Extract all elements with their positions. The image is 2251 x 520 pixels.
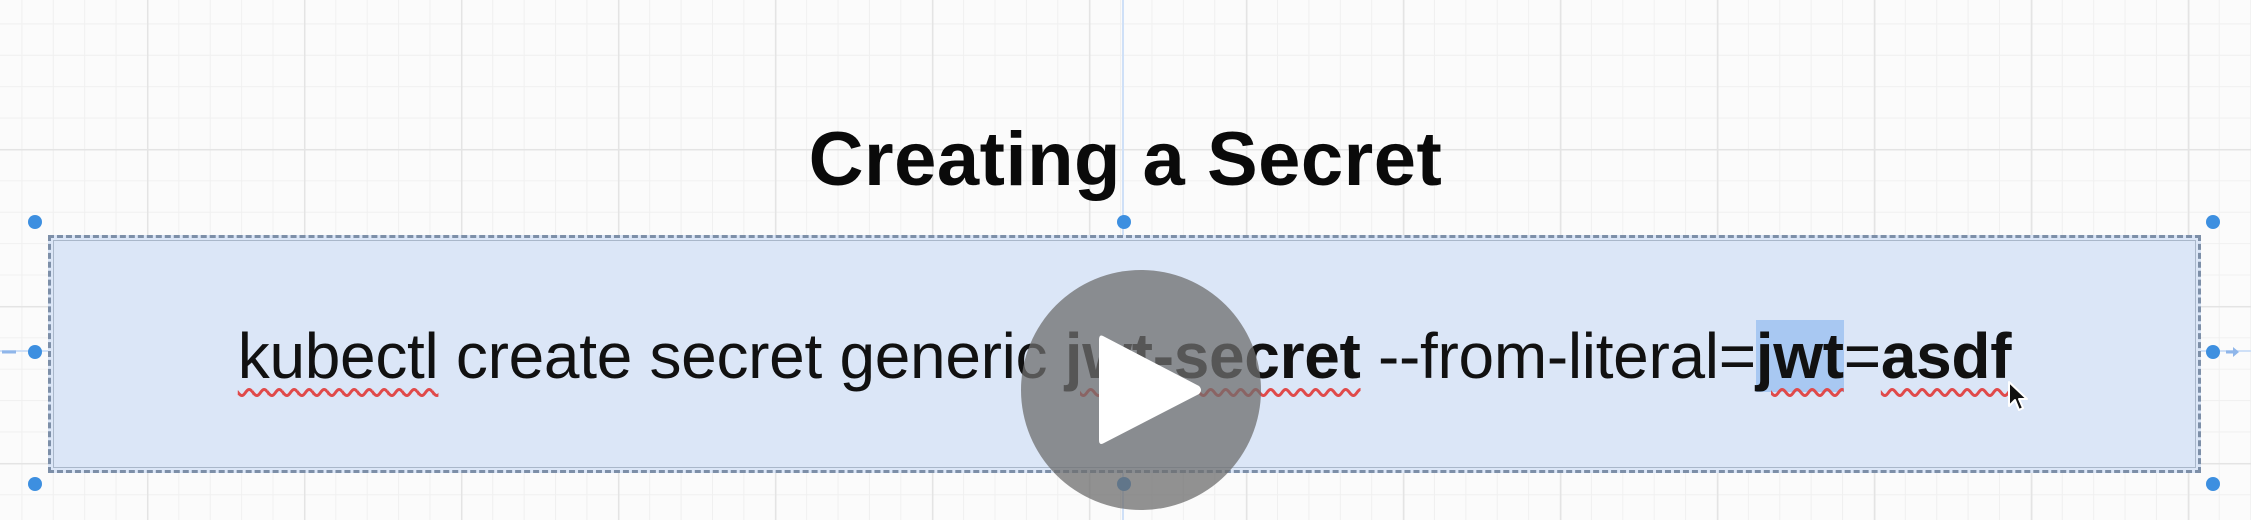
slide-title: Creating a Secret xyxy=(808,117,1443,202)
play-icon xyxy=(1099,335,1201,444)
connect-arrow-left-icon[interactable] xyxy=(0,343,18,361)
resize-handle-bottom-left[interactable] xyxy=(28,477,42,491)
mouse-pointer-icon xyxy=(2008,381,2028,411)
command-word-kubectl: kubectl xyxy=(237,320,439,392)
resize-handle-middle-right[interactable] xyxy=(2206,345,2220,359)
resize-handle-middle-left[interactable] xyxy=(28,345,42,359)
command-literal-key: jwt xyxy=(1755,320,1844,392)
resize-handle-top-left[interactable] xyxy=(28,215,42,229)
command-equals: = xyxy=(1843,320,1881,392)
command-word-create-secret-generic: create secret generic xyxy=(438,320,1065,392)
command-flag-from-literal: --from-literal= xyxy=(1360,320,1756,392)
resize-handle-top-right[interactable] xyxy=(2206,215,2220,229)
connect-arrow-right-icon[interactable] xyxy=(2224,343,2242,361)
video-play-button[interactable] xyxy=(1021,270,1261,510)
resize-handle-top-middle[interactable] xyxy=(1117,215,1131,229)
resize-handle-bottom-right[interactable] xyxy=(2206,477,2220,491)
command-literal-value: asdf xyxy=(1880,320,2012,392)
